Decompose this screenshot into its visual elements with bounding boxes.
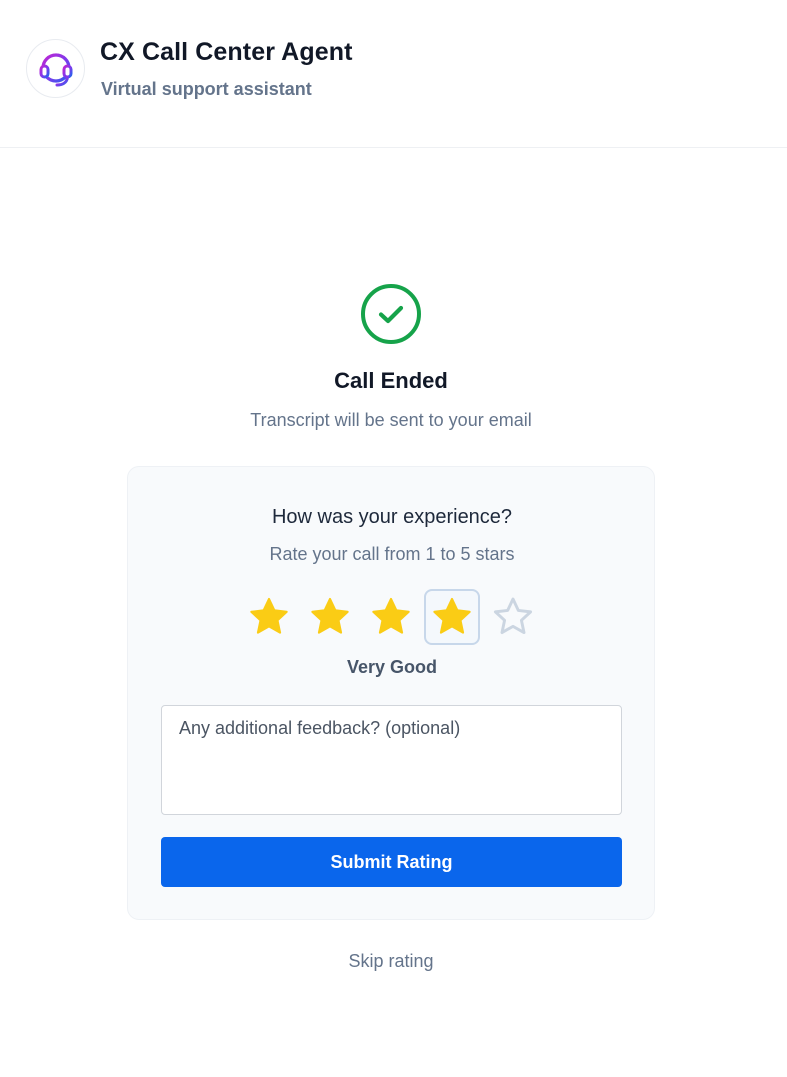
app-header: CX Call Center Agent Virtual support ass… [0,0,787,148]
rating-subtitle: Rate your call from 1 to 5 stars [269,544,515,564]
app-subtitle: Virtual support assistant [101,79,312,99]
rating-label: Very Good [346,657,438,677]
star-5-icon[interactable] [485,589,541,645]
star-3-icon[interactable] [363,589,419,645]
submit-rating-button[interactable]: Submit Rating [161,837,622,887]
call-status-title: Call Ended [334,368,448,393]
skip-rating-link[interactable]: Skip rating [0,951,782,972]
star-2-icon[interactable] [302,589,358,645]
star-rating [241,587,543,647]
app-title: CX Call Center Agent [100,38,353,66]
check-circle-icon [360,283,422,345]
headset-icon [39,52,72,86]
star-1-icon[interactable] [241,589,297,645]
rating-title: How was your experience? [271,506,513,528]
star-4-icon[interactable] [424,589,480,645]
call-status-subtitle: Transcript will be sent to your email [250,410,532,430]
feedback-textarea[interactable] [161,705,622,815]
agent-avatar [26,39,85,98]
rating-card: How was your experience? Rate your call … [127,466,655,920]
